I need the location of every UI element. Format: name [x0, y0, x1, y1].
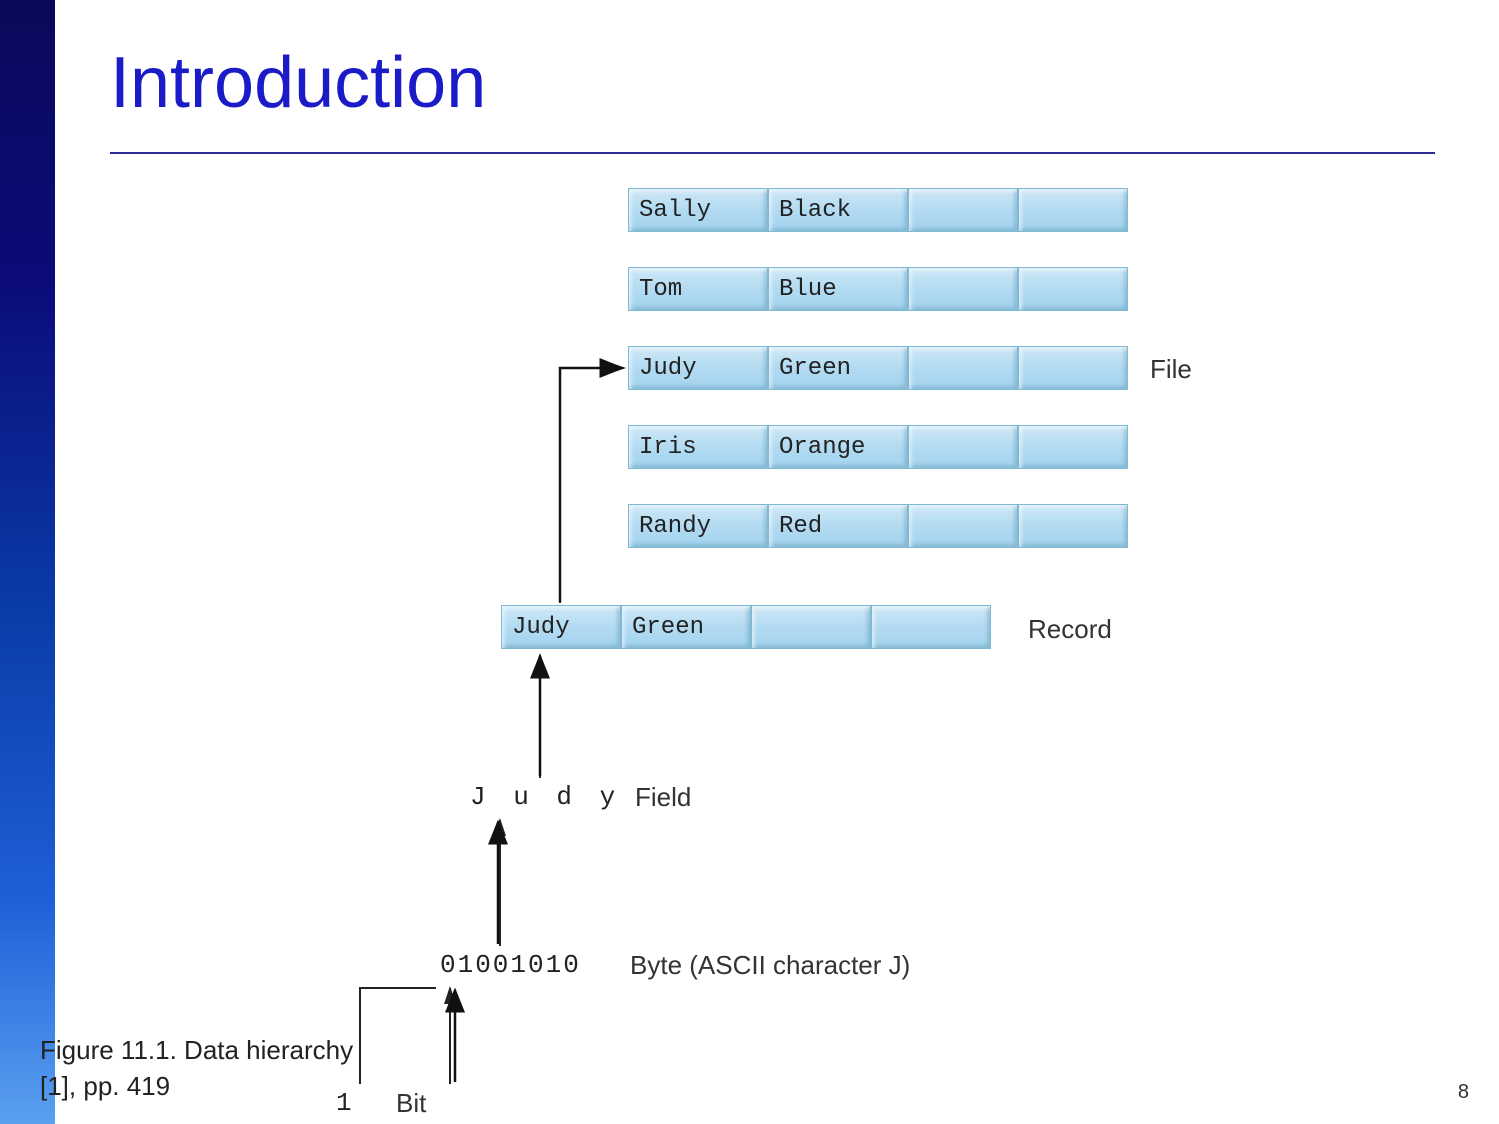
- label-byte: Byte (ASCII character J): [630, 950, 910, 981]
- file-cell: Black: [768, 188, 908, 232]
- record-cell: Green: [621, 605, 751, 649]
- label-file: File: [1150, 354, 1192, 385]
- label-field: Field: [635, 782, 691, 813]
- file-cell: [908, 346, 1018, 390]
- file-cell: Blue: [768, 267, 908, 311]
- file-cell: Randy: [628, 504, 768, 548]
- file-cell: [1018, 267, 1128, 311]
- file-cell: [1018, 346, 1128, 390]
- file-cell: [1018, 425, 1128, 469]
- caption-line1: Figure 11.1. Data hierarchy: [40, 1035, 353, 1065]
- field-text: J u d y: [470, 782, 621, 812]
- record-cell: [751, 605, 871, 649]
- file-cell: Sally: [628, 188, 768, 232]
- file-cell: Judy: [628, 346, 768, 390]
- file-cell: [1018, 504, 1128, 548]
- slide-sidebar: [0, 0, 55, 1124]
- caption-line2: [1], pp. 419: [40, 1071, 170, 1101]
- file-cell: Tom: [628, 267, 768, 311]
- file-cell: [1018, 188, 1128, 232]
- title-rule: [110, 152, 1435, 154]
- file-cell: Iris: [628, 425, 768, 469]
- file-cell: Red: [768, 504, 908, 548]
- file-cell: [908, 267, 1018, 311]
- byte-text: 01001010: [440, 950, 581, 980]
- record-cell: Judy: [501, 605, 621, 649]
- label-record: Record: [1028, 614, 1112, 645]
- file-cell: Orange: [768, 425, 908, 469]
- file-cell: [908, 504, 1018, 548]
- file-cell: Green: [768, 346, 908, 390]
- record-cell: [871, 605, 991, 649]
- label-bit: Bit: [396, 1088, 426, 1119]
- file-cell: [908, 188, 1018, 232]
- slide-title: Introduction: [110, 42, 486, 124]
- file-cell: [908, 425, 1018, 469]
- page-number: 8: [1458, 1081, 1469, 1104]
- figure-caption: Figure 11.1. Data hierarchy [1], pp. 419: [40, 1032, 353, 1105]
